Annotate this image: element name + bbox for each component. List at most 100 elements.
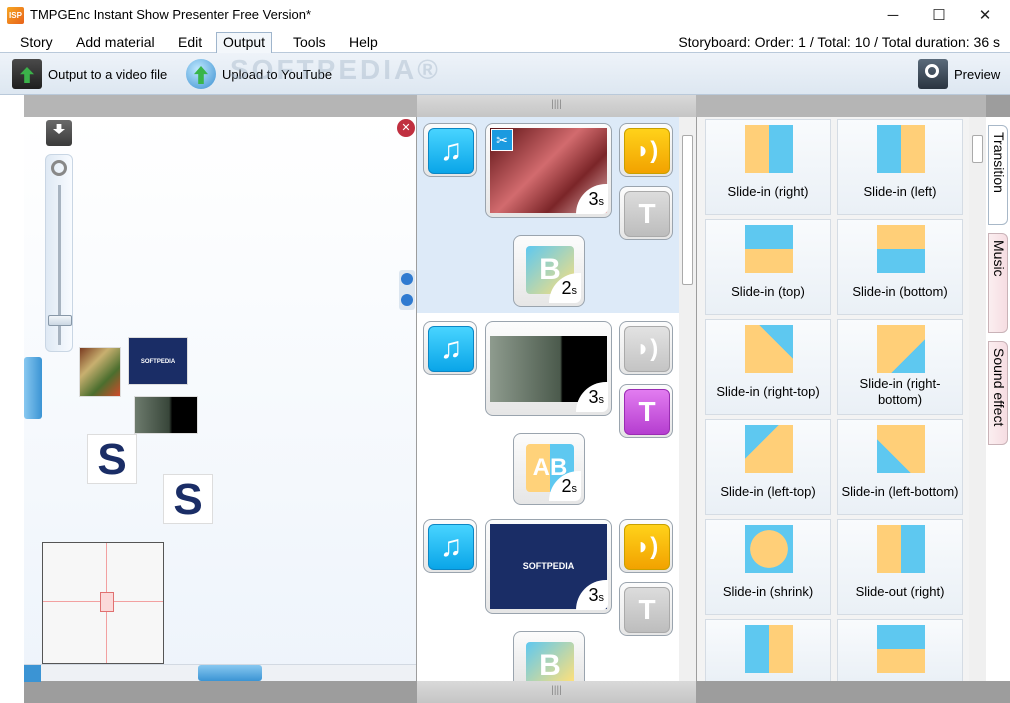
center-grip-bottom[interactable]: |||| [417, 681, 696, 703]
minimize-button[interactable]: ─ [870, 0, 916, 31]
music-note-icon: ♫ [428, 128, 474, 174]
transition-scrollbar[interactable] [969, 117, 986, 681]
tab-sound-effect-label: Sound effect [991, 348, 1007, 427]
music-button-2[interactable]: ♫ [423, 321, 477, 375]
slide-left-bottom-icon [877, 425, 925, 473]
sound-effect-icon: ◗) [624, 128, 670, 174]
sound-button-2[interactable]: ◗) [619, 321, 673, 375]
sound-effect-icon: ◗) [624, 524, 670, 570]
softpedia-watermark: SOFTPEDIA® [230, 54, 441, 85]
title-bar: ISP TMPGEnc Instant Show Presenter Free … [0, 0, 1010, 31]
transition-item[interactable]: Slide-in (left-bottom) [837, 419, 963, 515]
slide-left-top-icon [745, 425, 793, 473]
preview-icon [918, 59, 948, 89]
navigator-viewport[interactable] [100, 592, 114, 612]
canvas-thumb-s-logo-1[interactable]: S [87, 434, 137, 484]
storyboard-scrollbar[interactable] [679, 117, 696, 681]
sound-button-3[interactable]: ◗) [619, 519, 673, 573]
slide-shrink-icon [745, 525, 793, 573]
slide-right-bottom-icon [877, 325, 925, 373]
text-button-3[interactable]: T [619, 582, 673, 636]
sound-button-1[interactable]: ◗) [619, 123, 673, 177]
clip-slot-2[interactable]: 3s [485, 321, 612, 416]
close-button[interactable]: ✕ [962, 0, 1008, 31]
transition-item[interactable]: Slide-in (left-top) [705, 419, 831, 515]
sound-effect-icon: ◗) [624, 326, 670, 372]
storyboard-panel[interactable]: ♫ ✂ 3s ◗) T B 2s ♫ 3s ◗) T AB 2s ♫ SOFTP… [417, 117, 696, 682]
slide-out-right-icon [877, 525, 925, 573]
horizontal-scroll-thumb[interactable] [198, 665, 262, 681]
zoom-icon [51, 160, 67, 176]
menu-add-material[interactable]: Add material [70, 33, 161, 53]
canvas-thumb-softpedia[interactable]: SOFTPEDIA [128, 337, 188, 385]
layout-canvas-panel[interactable]: SOFTPEDIA S S [24, 117, 416, 681]
storyboard-scroll-thumb[interactable] [682, 135, 693, 285]
left-margin [0, 95, 24, 703]
transition-item[interactable]: Slide-in (bottom) [837, 219, 963, 315]
output-video-button[interactable]: Output to a video file [12, 59, 167, 89]
window-title: TMPGEnc Instant Show Presenter Free Vers… [30, 7, 312, 22]
music-button-3[interactable]: ♫ [423, 519, 477, 573]
storyboard-status: Storyboard: Order: 1 / Total: 10 / Total… [678, 34, 1000, 50]
transition-item[interactable]: Slide-in (right) [705, 119, 831, 215]
slide-right-icon [745, 125, 793, 173]
horizontal-scrollbar[interactable] [24, 664, 416, 682]
text-button-1[interactable]: T [619, 186, 673, 240]
import-icon[interactable] [46, 120, 72, 146]
transition-slot-1[interactable]: B 2s [513, 235, 585, 307]
transition-slot-3[interactable]: B [513, 631, 585, 682]
menu-help[interactable]: Help [343, 33, 384, 53]
film-icon [12, 59, 42, 89]
zoom-thumb[interactable] [48, 315, 72, 326]
center-grip-top[interactable]: |||| [417, 95, 696, 117]
navigator-box[interactable] [42, 542, 164, 664]
transition-item[interactable] [705, 619, 831, 681]
text-icon: T [624, 587, 670, 633]
transition-item[interactable] [837, 619, 963, 681]
vertical-scroll-grip[interactable] [24, 357, 42, 419]
music-note-icon: ♫ [428, 326, 474, 372]
canvas-thumb-s-logo-2[interactable]: S [163, 474, 213, 524]
transition-slot-2[interactable]: AB 2s [513, 433, 585, 505]
remove-icon[interactable]: ✕ [397, 119, 415, 137]
text-button-2[interactable]: T [619, 384, 673, 438]
transition-item[interactable]: Slide-in (shrink) [705, 519, 831, 615]
toolbar: Output to a video file Upload to YouTube… [0, 53, 1010, 95]
menu-output[interactable]: Output [216, 32, 273, 53]
slide-left-icon [877, 125, 925, 173]
app-icon: ISP [7, 7, 24, 24]
tab-sound-effect[interactable]: Sound effect [988, 341, 1008, 445]
transition-icon: B [526, 642, 574, 682]
music-note-icon: ♫ [428, 524, 474, 570]
tab-music[interactable]: Music [988, 233, 1008, 333]
zoom-slider[interactable] [45, 154, 73, 352]
slide-top-icon [745, 225, 793, 273]
menu-tools[interactable]: Tools [287, 33, 332, 53]
transition-item[interactable]: Slide-in (top) [705, 219, 831, 315]
slide-right-top-icon [745, 325, 793, 373]
scissors-icon[interactable]: ✂ [491, 129, 513, 151]
transition-icon [745, 625, 793, 673]
transition-library[interactable]: Slide-in (right) Slide-in (left) Slide-i… [697, 117, 969, 681]
transition-item[interactable]: Slide-in (right-bottom) [837, 319, 963, 415]
transition-item[interactable]: Slide-in (left) [837, 119, 963, 215]
corner-button[interactable] [24, 665, 41, 682]
side-tab-strip: Transition Music Sound effect [986, 117, 1010, 681]
transition-item[interactable]: Slide-out (right) [837, 519, 963, 615]
canvas-thumb-forest[interactable] [134, 396, 198, 434]
transition-item[interactable]: Slide-in (right-top) [705, 319, 831, 415]
tab-music-label: Music [991, 240, 1007, 277]
menu-edit[interactable]: Edit [172, 33, 208, 53]
maximize-button[interactable]: ☐ [916, 0, 962, 31]
menu-story[interactable]: Story [14, 33, 59, 53]
move-up-down-icon[interactable] [399, 270, 415, 310]
clip-slot-3[interactable]: SOFTPEDIA 3s [485, 519, 612, 614]
tab-transition-label: Transition [991, 132, 1007, 193]
preview-button[interactable]: Preview [918, 59, 1000, 89]
canvas-thumb-flower[interactable] [79, 347, 121, 397]
music-button-1[interactable]: ♫ [423, 123, 477, 177]
preview-label: Preview [954, 66, 1001, 82]
transition-scroll-thumb[interactable] [972, 135, 983, 163]
clip-slot-1[interactable]: ✂ 3s [485, 123, 612, 218]
tab-transition[interactable]: Transition [988, 125, 1008, 225]
